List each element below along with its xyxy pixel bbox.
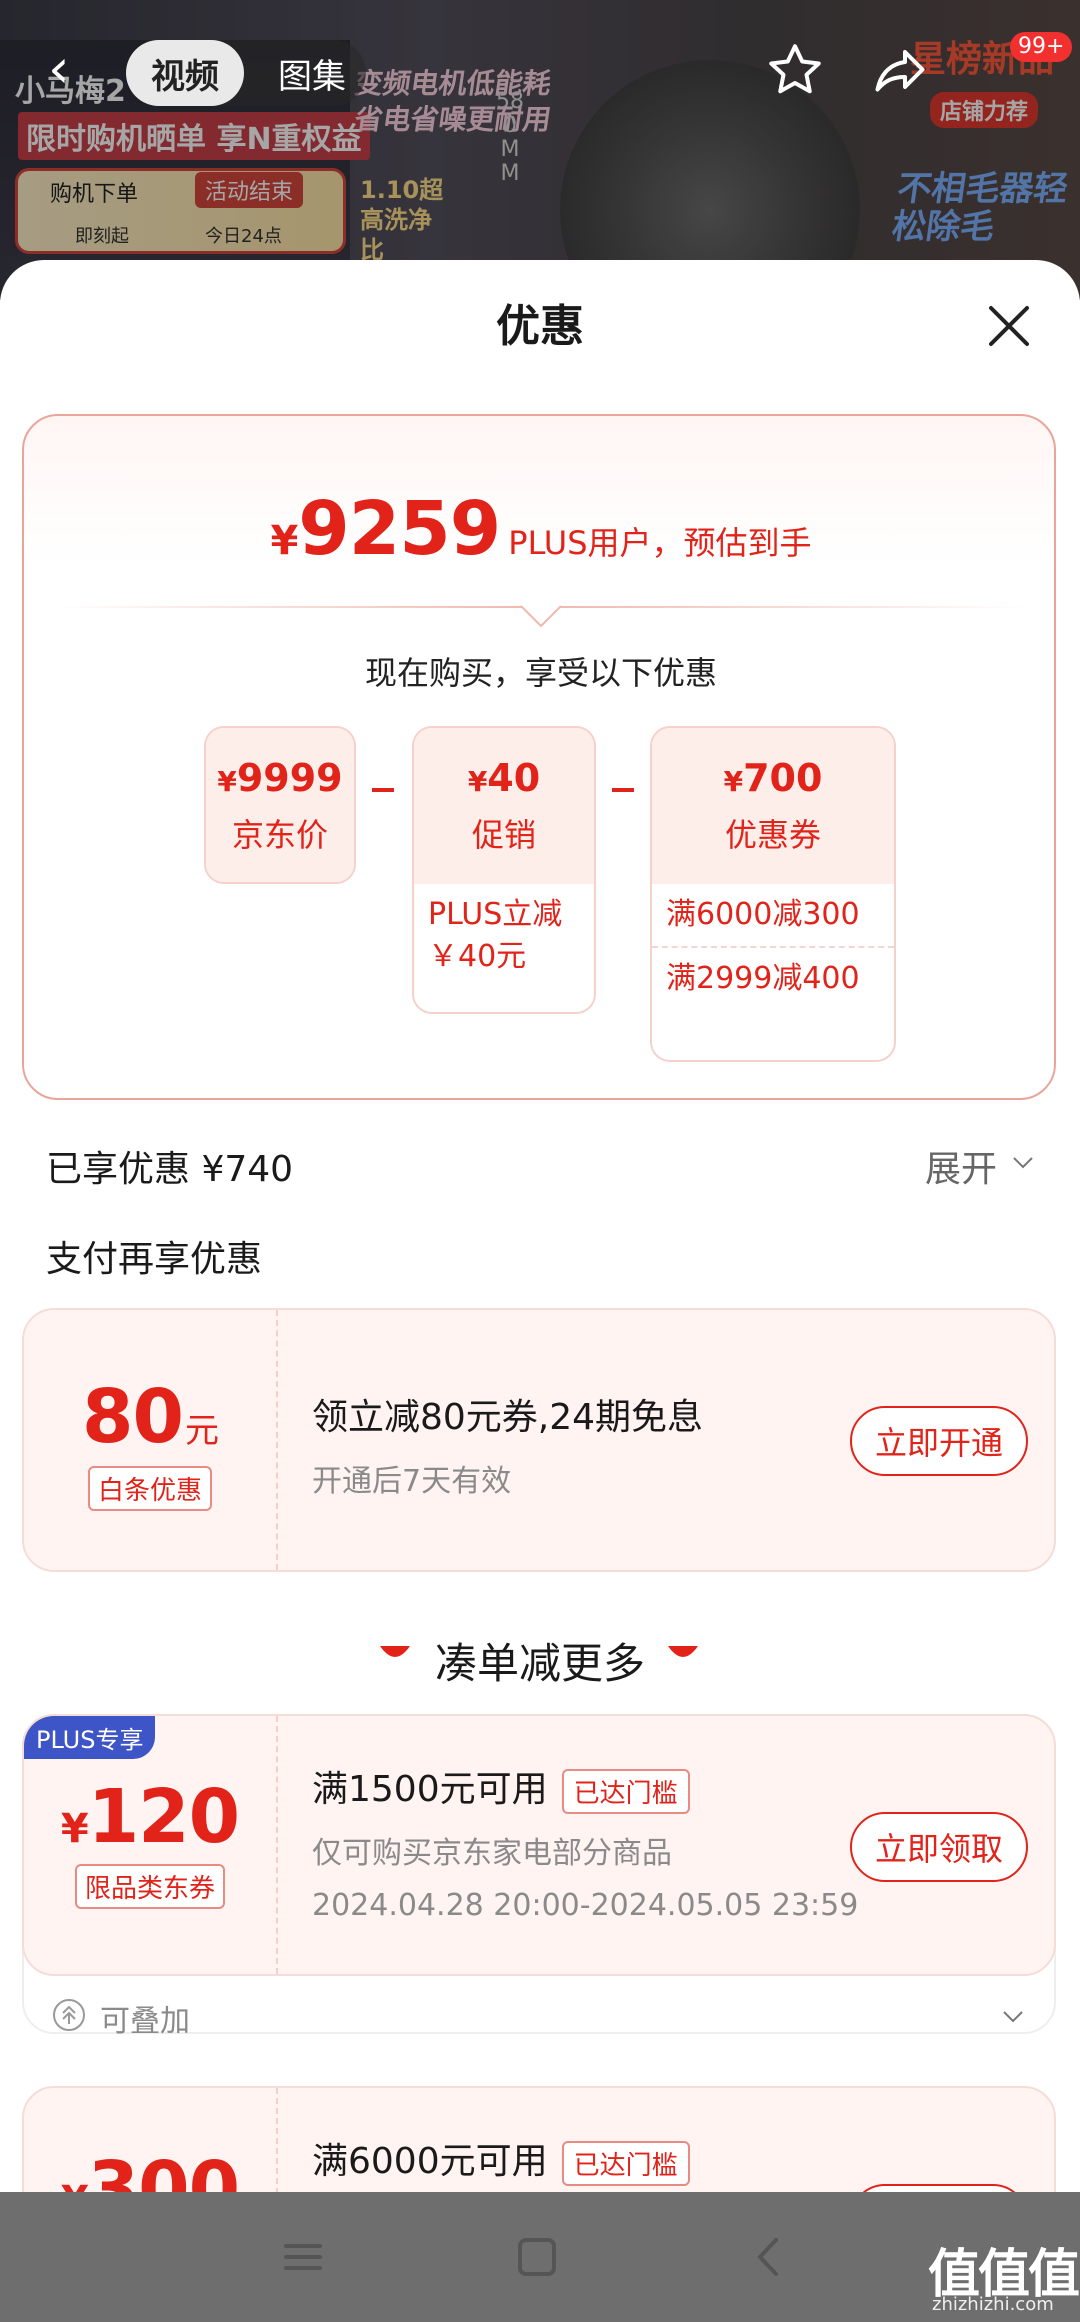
price-summary-card: ¥9259 PLUS用户，预估到手 现在购买，享受以下优惠 ¥9999 京东价 ¥… <box>22 414 1056 1100</box>
back-arrow-icon[interactable]: ‹ <box>48 42 70 96</box>
chip-amount: 700 <box>743 756 823 800</box>
breakdown-heading: 现在购买，享受以下优惠 <box>364 654 717 692</box>
system-nav-bar <box>0 2192 1080 2322</box>
coupon-condition: 满6000元可用 已达门槛 <box>312 2132 690 2186</box>
threshold-reached-tag: 已达门槛 <box>561 2140 690 2186</box>
chevron-down-icon[interactable] <box>1012 1156 1034 1170</box>
jd-price-chip: ¥9999 京东价 <box>204 726 356 884</box>
tab-gallery[interactable]: 图集 <box>262 40 362 106</box>
stackable-icon <box>53 1999 85 2031</box>
smile-arc-icon <box>668 1646 698 1657</box>
minus-sign <box>372 788 394 792</box>
back-icon[interactable] <box>744 2232 794 2282</box>
coupon-card: PLUS专享 ¥120 限品类东券 满1500元可用 已达门槛 仅可购买京东家电部… <box>22 1714 1056 1976</box>
chip-detail: 满6000减300 <box>666 897 860 932</box>
caret-down-icon <box>521 605 561 628</box>
expand-button[interactable]: 展开 <box>925 1140 997 1192</box>
dashed-divider <box>276 1716 278 1974</box>
enjoyed-discount: 已享优惠 ¥740 <box>46 1149 294 1190</box>
share-icon[interactable] <box>870 42 930 102</box>
currency-symbol: ¥ <box>60 1806 89 1852</box>
stackable-label: 可叠加 <box>100 2004 190 2039</box>
chip-amount: 40 <box>487 756 541 800</box>
watermark-domain: zhizhizhi.com <box>932 2294 1054 2315</box>
more-section-title: 凑单减更多 <box>434 1639 645 1688</box>
cart-count-badge: 99+ <box>1010 32 1073 62</box>
pay-discount-title: 支付再享优惠 <box>46 1239 263 1280</box>
close-icon[interactable] <box>985 302 1033 350</box>
discount-sheet: 优惠 ¥9259 PLUS用户，预估到手 现在购买，享受以下优惠 ¥9999 京东… <box>0 260 1080 2322</box>
chip-label: 京东价 <box>231 816 328 854</box>
chip-label: 促销 <box>471 816 536 854</box>
baitiao-offer-card: 80元 白条优惠 领立减80元券,24期免息 开通后7天有效 立即开通 <box>22 1308 1056 1572</box>
favorite-star-icon[interactable] <box>765 40 825 100</box>
offer-tag: 白条优惠 <box>87 1466 212 1511</box>
dashed-divider <box>276 1310 278 1570</box>
coupon-chip: ¥700 优惠券 满6000减300 满2999减400 <box>650 726 896 1062</box>
currency-symbol: ¥ <box>270 518 299 564</box>
estimated-price: ¥9259 PLUS用户，预估到手 <box>24 486 1058 572</box>
home-icon[interactable] <box>512 2232 562 2282</box>
plus-exclusive-badge: PLUS专享 <box>24 1716 156 1759</box>
tab-video[interactable]: 视频 <box>126 40 244 106</box>
coupon-amount: 120 <box>87 1774 240 1860</box>
coupon-type-tag: 限品类东券 <box>74 1864 225 1909</box>
final-price-desc: PLUS用户，预估到手 <box>508 524 812 562</box>
final-price-value: 9259 <box>298 486 501 572</box>
promotion-chip: ¥40 促销 PLUS立减 ￥40元 <box>412 726 596 1014</box>
coupon-scope: 仅可购买京东家电部分商品 <box>312 1836 672 1871</box>
sheet-title: 优惠 <box>496 301 584 352</box>
chip-detail: PLUS立减 ￥40元 <box>428 897 563 974</box>
offer-title: 领立减80元券,24期免息 <box>312 1397 704 1438</box>
menu-icon[interactable] <box>278 2232 328 2282</box>
offer-amount: 80 <box>82 1374 184 1460</box>
chip-label: 优惠券 <box>724 816 821 854</box>
stackable-row[interactable]: 可叠加 <box>52 1996 1032 2039</box>
claim-button[interactable]: 立即领取 <box>850 1812 1028 1882</box>
chip-detail: 满2999减400 <box>652 946 894 1010</box>
chevron-down-icon[interactable] <box>1002 2010 1024 2024</box>
chip-amount: 9999 <box>236 756 343 800</box>
offer-subtitle: 开通后7天有效 <box>312 1464 512 1499</box>
coupon-condition: 满1500元可用 已达门槛 <box>312 1760 690 1814</box>
coupon-period: 2024.04.28 20:00-2024.05.05 23:59 <box>312 1888 859 1923</box>
offer-unit: 元 <box>184 1411 219 1451</box>
threshold-reached-tag: 已达门槛 <box>561 1768 690 1814</box>
minus-sign <box>612 788 634 792</box>
activate-button[interactable]: 立即开通 <box>850 1406 1028 1476</box>
